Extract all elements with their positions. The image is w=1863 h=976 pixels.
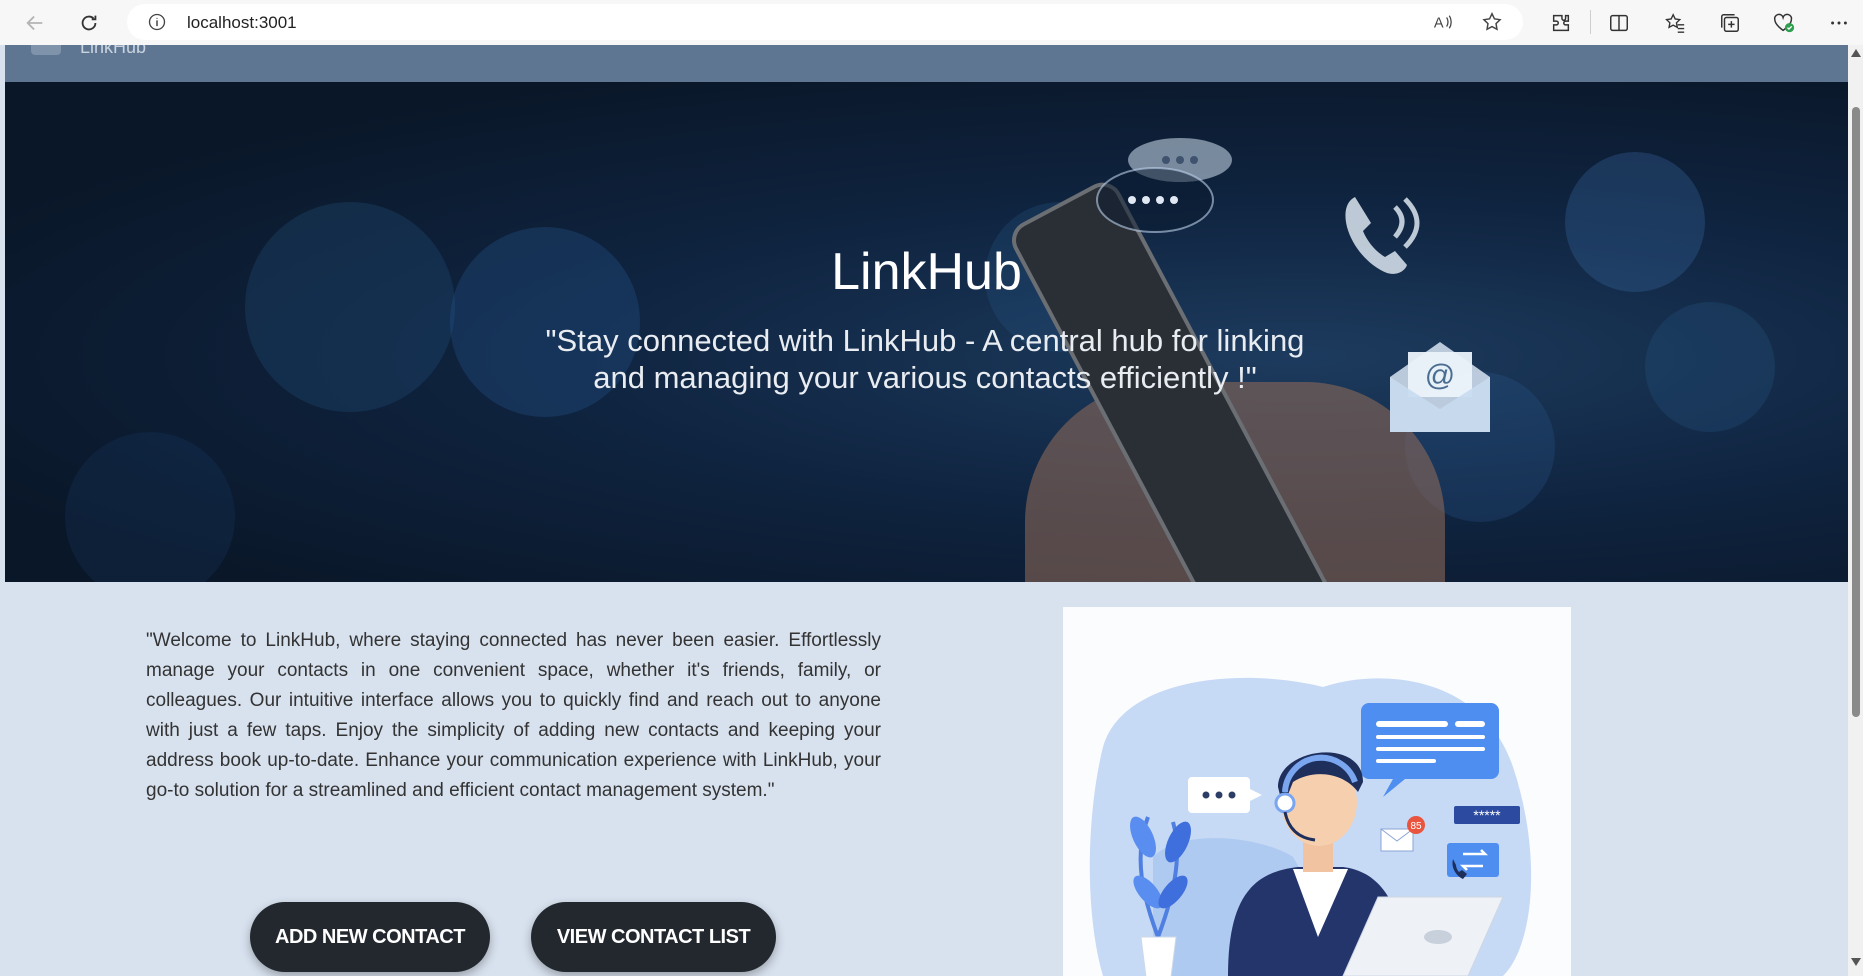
add-new-contact-button[interactable]: ADD NEW CONTACT (250, 902, 490, 972)
email-icon: @ (1390, 342, 1490, 432)
top-navbar: LinkHub (5, 45, 1848, 82)
toolbar-divider (1590, 10, 1591, 34)
read-aloud-icon[interactable]: A (1432, 12, 1454, 37)
favorite-star-icon[interactable] (1481, 11, 1503, 38)
brand-name[interactable]: LinkHub (80, 45, 146, 58)
scroll-thumb[interactable] (1852, 107, 1860, 717)
svg-text:85: 85 (1410, 821, 1422, 832)
reload-icon[interactable] (74, 8, 104, 38)
more-icon[interactable] (1824, 8, 1854, 38)
call-transfer-icon (1447, 843, 1499, 879)
bokeh-light (1645, 302, 1775, 432)
svg-text:@: @ (1425, 359, 1455, 392)
hero-title: LinkHub (831, 243, 1022, 301)
browser-essentials-icon[interactable] (1769, 8, 1799, 38)
view-contact-list-button[interactable]: VIEW CONTACT LIST (531, 902, 776, 972)
support-agent-illustration: ***** 85 (1063, 607, 1571, 976)
page-viewport: LinkHub @ LinkHub "Stay connected with L… (0, 45, 1848, 976)
scroll-down-icon (1851, 958, 1861, 966)
extensions-icon[interactable] (1546, 8, 1576, 38)
url-text[interactable]: localhost:3001 (187, 13, 297, 33)
collections-icon[interactable] (1715, 8, 1745, 38)
hero-banner: @ LinkHub "Stay connected with LinkHub -… (5, 82, 1848, 582)
svg-text:A: A (1434, 15, 1444, 31)
page-scrollbar[interactable] (1848, 45, 1863, 976)
svg-text:*****: ***** (1473, 807, 1501, 823)
bokeh-light (245, 202, 455, 412)
hero-tagline: "Stay connected with LinkHub - A central… (545, 323, 1305, 395)
info-icon[interactable] (147, 12, 167, 37)
split-screen-icon[interactable] (1604, 8, 1634, 38)
chat-bubble-icon (1096, 138, 1232, 233)
address-bar[interactable]: localhost:3001 A (127, 4, 1523, 40)
favorites-icon[interactable] (1660, 8, 1690, 38)
intro-paragraph: "Welcome to LinkHub, where staying conne… (146, 630, 881, 801)
bokeh-light (65, 432, 235, 582)
password-field-icon: ***** (1454, 806, 1520, 824)
browser-toolbar: localhost:3001 A (0, 0, 1863, 45)
brand-logo[interactable] (31, 45, 61, 55)
back-icon[interactable] (20, 8, 50, 38)
scroll-up-icon (1851, 49, 1861, 57)
